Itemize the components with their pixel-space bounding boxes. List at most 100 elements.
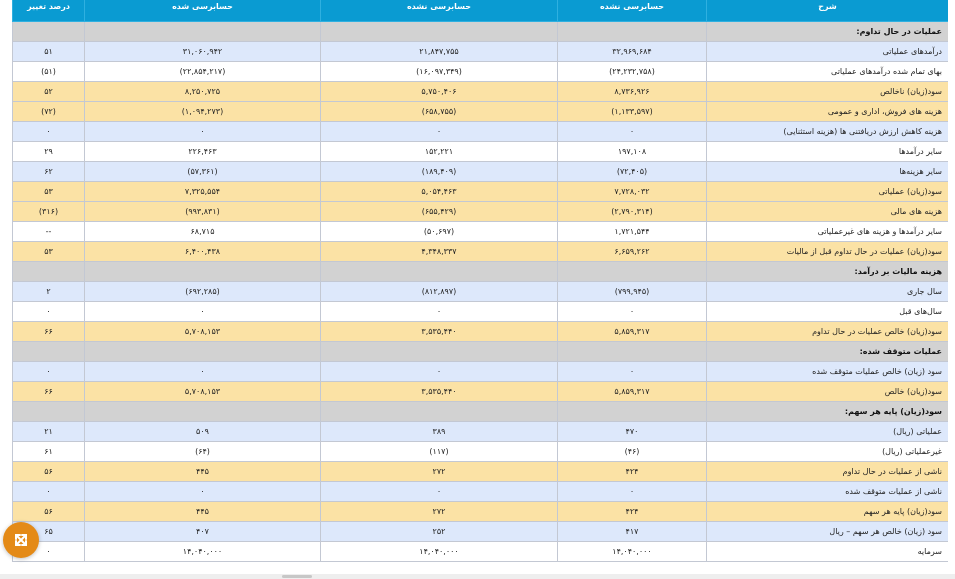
row-value-c3: ۴۴۵ [84, 501, 321, 522]
row-value-c2: (۱۱۷) [320, 441, 558, 462]
row-value-c3: ۲۲۶,۴۶۳ [84, 141, 321, 162]
row-value-c1: ۱,۷۲۱,۵۴۴ [557, 221, 707, 242]
row-value-c3: ۶,۴۰۰,۴۳۸ [84, 241, 321, 262]
table-row: هزینه های فروش، اداری و عمومی (۱,۱۳۳,۵۹۷)… [12, 101, 948, 122]
row-value-c1: ۰ [557, 481, 707, 502]
row-value-c2: (۱۸۹,۴۰۹) [320, 161, 558, 182]
row-value-c1: ۰ [557, 361, 707, 382]
row-value-c1: (۴۶) [557, 441, 707, 462]
section-header-row: سود(زیان) پایه هر سهم: [12, 401, 948, 422]
row-label: هزینه های فروش، اداری و عمومی [706, 101, 948, 122]
row-value-c2: ۲۵۲ [320, 521, 558, 542]
row-value-c3: ۷,۳۲۵,۵۵۴ [84, 181, 321, 202]
row-value-c3: (۱,۰۹۴,۲۷۳) [84, 101, 321, 122]
row-value-c1: ۵,۸۵۹,۳۱۷ [557, 381, 707, 402]
row-label: سود(زیان) خالص [706, 381, 948, 402]
row-value-c1: ۴۲۴ [557, 461, 707, 482]
table-row: سایر درآمدها و هزینه های غیرعملیاتی ۱,۷۲۱… [12, 221, 948, 242]
row-value-c1: ۴۲۴ [557, 501, 707, 522]
row-value-c3: ۸,۲۵۰,۷۲۵ [84, 81, 321, 102]
row-value-c4: ۰ [12, 481, 85, 502]
header-col1: حسابرسی نشده [557, 0, 707, 22]
section-header-row: عملیات متوقف شده: [12, 341, 948, 362]
row-value-c4: ۵۳ [12, 181, 85, 202]
row-value-c3: ۶۸,۷۱۵ [84, 221, 321, 242]
row-value-c3: ۵۰۹ [84, 421, 321, 442]
table-row: بهای تمام شده درآمدهای عملیاتی (۲۴,۲۳۲,۷۵… [12, 61, 948, 82]
row-value-c3: (۶۹۲,۲۸۵) [84, 281, 321, 302]
row-label: سال جاری [706, 281, 948, 302]
row-value-c4: ۰ [12, 361, 85, 382]
row-label: ناشی از عملیات متوقف شده [706, 481, 948, 502]
row-value-c2: ۲۱,۸۴۷,۷۵۵ [320, 41, 558, 62]
section-header-row: عملیات در حال تداوم: [12, 21, 948, 42]
row-label: سود(زیان) پایه هر سهم [706, 501, 948, 522]
row-value-c4: (۷۲) [12, 101, 85, 122]
row-label: سایر هزینه‌ها [706, 161, 948, 182]
row-label: سود(زیان) عملیات در حال تداوم قبل از مال… [706, 241, 948, 262]
row-value-c2: ۲۷۲ [320, 501, 558, 522]
row-value-c2: (۶۵۵,۴۲۹) [320, 201, 558, 222]
section-empty-cell [320, 401, 558, 422]
table-row: سرمایه ۱۴,۰۴۰,۰۰۰ ۱۴,۰۴۰,۰۰۰ ۱۴,۰۴۰,۰۰۰ ۰ [12, 541, 948, 562]
row-value-c1: ۵,۸۵۹,۳۱۷ [557, 321, 707, 342]
row-value-c2: ۴,۳۴۸,۳۳۷ [320, 241, 558, 262]
section-title: هزینه مالیات بر درآمد: [706, 261, 948, 282]
section-title: عملیات در حال تداوم: [706, 21, 948, 42]
expand-arrows-icon [15, 534, 27, 546]
header-col4: درصد تغییر [12, 0, 85, 22]
row-value-c3: ۱۴,۰۴۰,۰۰۰ [84, 541, 321, 562]
row-value-c1: (۲,۷۹۰,۳۱۴) [557, 201, 707, 222]
section-empty-cell [557, 261, 707, 282]
row-value-c4: ۶۲ [12, 161, 85, 182]
row-value-c2: ۲۷۲ [320, 461, 558, 482]
table-row: سال جاری (۷۹۹,۹۴۵) (۸۱۲,۸۹۷) (۶۹۲,۲۸۵) ۲ [12, 281, 948, 302]
row-label: سایر درآمدها [706, 141, 948, 162]
row-value-c1: ۶,۶۵۹,۲۶۲ [557, 241, 707, 262]
row-value-c2: ۳,۵۳۵,۴۴۰ [320, 321, 558, 342]
row-value-c1: (۱,۱۳۳,۵۹۷) [557, 101, 707, 122]
section-empty-cell [12, 261, 85, 282]
row-value-c3: ۴۰۷ [84, 521, 321, 542]
row-label: سود (زیان) خالص هر سهم – ریال [706, 521, 948, 542]
table-container: شرح حسابرسی نشده حسابرسی نشده حسابرسی شد… [12, 0, 948, 579]
table-header-row: شرح حسابرسی نشده حسابرسی نشده حسابرسی شد… [12, 0, 948, 22]
row-value-c4: (۵۱) [12, 61, 85, 82]
row-value-c2: (۶۵۸,۷۵۵) [320, 101, 558, 122]
table-row: سود(زیان) پایه هر سهم ۴۲۴ ۲۷۲ ۴۴۵ ۵۶ [12, 501, 948, 522]
row-value-c4: ۰ [12, 121, 85, 142]
expand-fab-button[interactable] [3, 522, 39, 558]
row-value-c3: ۵,۷۰۸,۱۵۳ [84, 321, 321, 342]
income-statement-table: شرح حسابرسی نشده حسابرسی نشده حسابرسی شد… [12, 0, 948, 562]
row-value-c4: ۰ [12, 301, 85, 322]
table-row: ناشی از عملیات در حال تداوم ۴۲۴ ۲۷۲ ۴۴۵ ۵۶ [12, 461, 948, 482]
row-value-c2: ۰ [320, 301, 558, 322]
section-title: سود(زیان) پایه هر سهم: [706, 401, 948, 422]
section-empty-cell [12, 21, 85, 42]
table-row: هزینه کاهش ارزش دریافتنی ها (هزینه استثن… [12, 121, 948, 142]
row-value-c3: ۰ [84, 301, 321, 322]
row-value-c1: ۰ [557, 121, 707, 142]
row-value-c1: (۲۴,۲۳۲,۷۵۸) [557, 61, 707, 82]
row-value-c3: ۵,۷۰۸,۱۵۳ [84, 381, 321, 402]
row-value-c2: ۰ [320, 481, 558, 502]
row-value-c3: ۰ [84, 481, 321, 502]
row-label: سایر درآمدها و هزینه های غیرعملیاتی [706, 221, 948, 242]
table-row: سود(زیان) ناخالص ۸,۷۳۶,۹۲۶ ۵,۷۵۰,۴۰۶ ۸,۲۵۰,… [12, 81, 948, 102]
section-empty-cell [84, 341, 321, 362]
header-col3: حسابرسی شده [84, 0, 321, 22]
table-row: سایر درآمدها ۱۹۷,۱۰۸ ۱۵۲,۲۲۱ ۲۲۶,۴۶۳ ۲۹ [12, 141, 948, 162]
row-value-c4: ۲۱ [12, 421, 85, 442]
scrollbar-thumb[interactable] [282, 575, 312, 578]
section-header-row: هزینه مالیات بر درآمد: [12, 261, 948, 282]
row-value-c2: (۸۱۲,۸۹۷) [320, 281, 558, 302]
row-value-c3: (۵۷,۳۶۱) [84, 161, 321, 182]
row-value-c3: ۳۱,۰۶۰,۹۴۲ [84, 41, 321, 62]
table-row: سود(زیان) عملیات در حال تداوم قبل از مال… [12, 241, 948, 262]
row-label: سود (زیان) خالص عملیات متوقف شده [706, 361, 948, 382]
horizontal-scrollbar[interactable] [0, 574, 955, 579]
section-empty-cell [557, 341, 707, 362]
row-value-c2: ۱۵۲,۲۲۱ [320, 141, 558, 162]
row-value-c1: (۷۹۹,۹۴۵) [557, 281, 707, 302]
row-label: سود(زیان) ناخالص [706, 81, 948, 102]
